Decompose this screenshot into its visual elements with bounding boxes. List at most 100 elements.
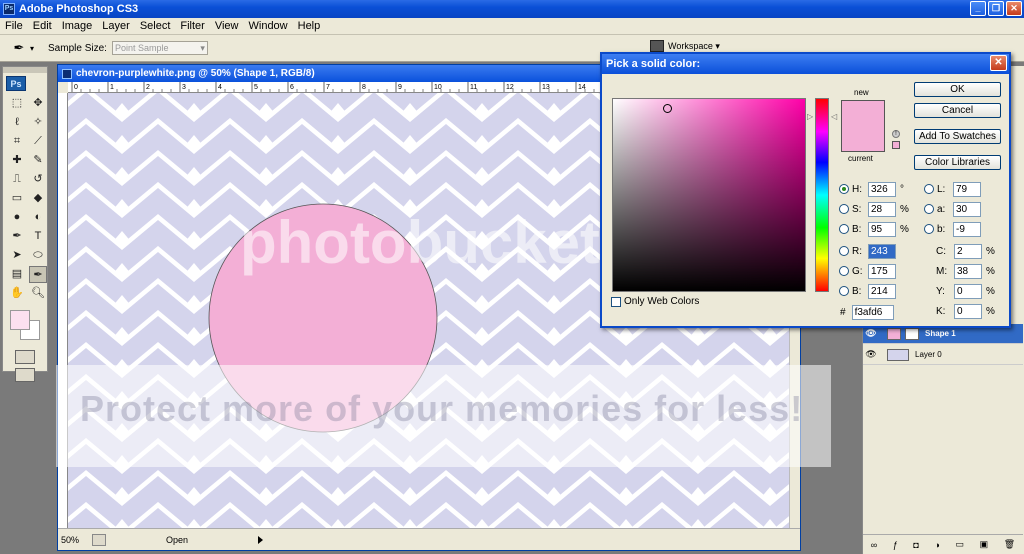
eyedropper-tool-icon[interactable]: ✒ xyxy=(8,38,30,58)
vector-mask-thumbnail xyxy=(905,327,919,340)
hex-input[interactable]: f3afd6 xyxy=(851,305,894,320)
blue-field-row: B: 214 xyxy=(839,283,896,299)
menu-select[interactable]: Select xyxy=(135,20,176,32)
cyan-input[interactable]: 2 xyxy=(954,243,982,259)
red-input[interactable]: 243 xyxy=(868,243,896,259)
type-tool-icon[interactable]: T xyxy=(29,228,47,245)
only-web-colors-checkbox[interactable] xyxy=(611,296,621,307)
clone-stamp-tool-icon[interactable]: ⎍ xyxy=(8,171,26,188)
brush-tool-icon[interactable]: ✎ xyxy=(29,152,47,169)
tool-preset-arrow-icon[interactable]: ▾ xyxy=(30,44,34,53)
pen-tool-icon[interactable]: ✒ xyxy=(8,228,26,245)
green-label: G: xyxy=(852,265,863,277)
menu-view[interactable]: View xyxy=(210,20,244,32)
lasso-tool-icon[interactable]: ℓ xyxy=(8,114,26,131)
minimize-icon[interactable]: _ xyxy=(970,1,986,16)
ruler-tick-label: 10 xyxy=(434,84,442,91)
menu-edit[interactable]: Edit xyxy=(28,20,57,32)
paint-bucket-tool-icon[interactable]: ◆ xyxy=(29,190,47,207)
lab-a-radio[interactable] xyxy=(924,204,934,214)
menu-image[interactable]: Image xyxy=(57,20,98,32)
lab-b-input[interactable]: -9 xyxy=(953,221,981,237)
hue-slider[interactable] xyxy=(815,98,829,292)
hue-slider-arrow-left-icon[interactable]: ▷ xyxy=(807,112,813,121)
lab-b-radio[interactable] xyxy=(924,224,934,234)
zoom-level[interactable]: 50% xyxy=(58,535,88,545)
saturation-field-row: S: 28 % xyxy=(839,201,910,217)
status-options-icon[interactable] xyxy=(92,533,106,546)
green-radio[interactable] xyxy=(839,266,849,276)
dodge-tool-icon[interactable]: ◐ xyxy=(29,209,47,226)
menu-file[interactable]: File xyxy=(0,20,28,32)
hue-radio[interactable] xyxy=(839,184,849,194)
magenta-input[interactable]: 38 xyxy=(954,263,982,279)
status-arrow-icon[interactable] xyxy=(258,535,264,544)
brightness-radio[interactable] xyxy=(839,224,849,234)
delete-layer-icon[interactable]: 🗑︎ xyxy=(1004,539,1015,550)
lab-b-label: b: xyxy=(937,223,946,235)
lab-l-radio[interactable] xyxy=(924,184,934,194)
menu-layer[interactable]: Layer xyxy=(97,20,135,32)
black-input[interactable]: 0 xyxy=(954,303,982,319)
history-brush-tool-icon[interactable]: ↺ xyxy=(29,171,47,188)
add-to-swatches-button[interactable]: Add To Swatches xyxy=(914,129,1001,144)
blue-radio[interactable] xyxy=(839,286,849,296)
close-icon[interactable]: ✕ xyxy=(1006,1,1022,16)
saturation-radio[interactable] xyxy=(839,204,849,214)
hue-slider-arrow-right-icon[interactable]: ◁ xyxy=(831,112,837,121)
color-libraries-button[interactable]: Color Libraries xyxy=(914,155,1001,170)
eye-icon[interactable]: 👁︎ xyxy=(863,328,879,339)
zoom-tool-icon[interactable]: 🔍︎ xyxy=(29,285,47,302)
color-picker-cursor[interactable] xyxy=(663,104,672,113)
ok-button[interactable]: OK xyxy=(914,82,1001,97)
dialog-title-bar[interactable]: Pick a solid color: ✕ xyxy=(602,54,1009,74)
layer-row-layer0[interactable]: 👁︎ Layer 0 xyxy=(863,345,1023,365)
brightness-input[interactable]: 95 xyxy=(868,221,896,237)
toolbox-grip[interactable] xyxy=(3,67,47,73)
crop-tool-icon[interactable]: ⌗ xyxy=(8,133,26,150)
hand-tool-icon[interactable]: ✋ xyxy=(8,285,26,302)
marquee-tool-icon[interactable]: ⬚ xyxy=(8,95,26,112)
quick-mask-icon[interactable] xyxy=(15,350,35,364)
blur-tool-icon[interactable]: ● xyxy=(8,209,26,226)
screen-mode-icon[interactable] xyxy=(15,368,35,382)
saturation-brightness-field[interactable] xyxy=(612,98,806,292)
eraser-tool-icon[interactable]: ▭ xyxy=(8,190,26,207)
eyedropper-tool-icon[interactable]: ✒ xyxy=(29,266,47,283)
menu-window[interactable]: Window xyxy=(244,20,293,32)
layer-style-icon[interactable]: ƒ xyxy=(893,540,898,550)
new-layer-icon[interactable]: ▣ xyxy=(980,539,989,550)
out-of-gamut-warning-icon[interactable]: ! xyxy=(892,130,900,138)
adjustment-layer-icon[interactable]: ◑ xyxy=(934,540,939,550)
lab-a-input[interactable]: 30 xyxy=(953,201,981,217)
close-icon[interactable]: ✕ xyxy=(990,55,1007,71)
workspace-menu[interactable]: Workspace ▾ xyxy=(650,40,720,52)
lab-l-input[interactable]: 79 xyxy=(953,181,981,197)
menu-help[interactable]: Help xyxy=(293,20,326,32)
maximize-icon[interactable]: ❐ xyxy=(988,1,1004,16)
path-selection-tool-icon[interactable]: ➤ xyxy=(8,247,26,264)
new-group-icon[interactable]: ▭ xyxy=(955,539,964,550)
notes-tool-icon[interactable]: ▤ xyxy=(8,266,26,283)
magic-wand-tool-icon[interactable]: ✧ xyxy=(29,114,47,131)
healing-brush-tool-icon[interactable]: ✚ xyxy=(8,152,26,169)
red-radio[interactable] xyxy=(839,246,849,256)
blue-input[interactable]: 214 xyxy=(868,283,896,299)
layer-mask-icon[interactable]: ◘ xyxy=(913,540,918,550)
cancel-button[interactable]: Cancel xyxy=(914,103,1001,118)
shape-tool-icon[interactable]: ⬭ xyxy=(29,247,47,264)
sample-size-select[interactable]: Point Sample xyxy=(111,41,208,55)
hue-input[interactable]: 326 xyxy=(868,181,896,197)
eye-icon[interactable]: 👁︎ xyxy=(863,349,879,360)
yellow-unit: % xyxy=(986,285,995,297)
saturation-input[interactable]: 28 xyxy=(868,201,896,217)
green-input[interactable]: 175 xyxy=(868,263,896,279)
gamut-correction-swatch[interactable] xyxy=(892,141,900,149)
menu-filter[interactable]: Filter xyxy=(175,20,209,32)
link-layers-icon[interactable]: ∞ xyxy=(871,540,877,550)
yellow-input[interactable]: 0 xyxy=(954,283,982,299)
slice-tool-icon[interactable]: ⟋ xyxy=(29,133,47,150)
move-tool-icon[interactable]: ✥ xyxy=(29,95,47,112)
current-color-swatch[interactable] xyxy=(841,130,885,152)
foreground-color-swatch[interactable] xyxy=(10,310,30,330)
